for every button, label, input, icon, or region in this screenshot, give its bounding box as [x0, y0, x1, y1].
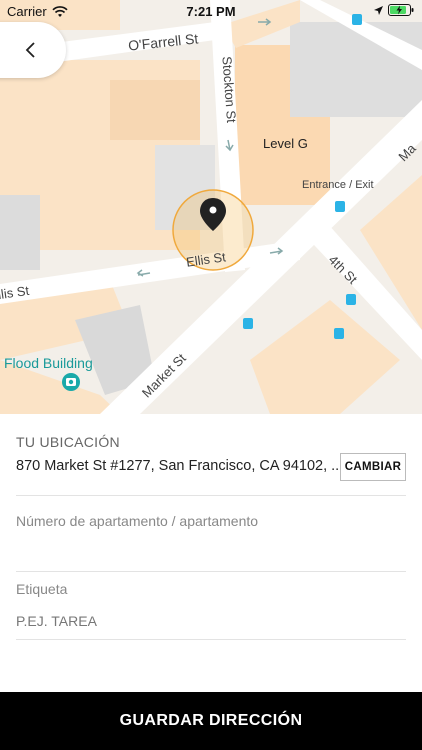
apartment-input[interactable]: [16, 540, 406, 566]
camera-icon: [62, 373, 80, 391]
divider: [16, 495, 406, 496]
place-label-level-g: Level G: [263, 136, 308, 151]
address-form: TU UBICACIÓN 870 Market St #1277, San Fr…: [0, 414, 422, 692]
place-label-entrance: Entrance / Exit: [302, 179, 374, 191]
place-label-flood-building: Flood Building: [4, 355, 93, 371]
building-block: [0, 195, 40, 270]
status-bar: Carrier 7:21 PM: [0, 0, 422, 22]
building-block: [290, 22, 422, 117]
status-time: 7:21 PM: [186, 4, 236, 19]
address-text: 870 Market St #1277, San Francisco, CA 9…: [16, 458, 342, 474]
divider: [16, 639, 406, 640]
add-address-screen: O'Farrell St Stockton St Ellis St llis S…: [0, 0, 422, 750]
building-block: [110, 80, 200, 140]
battery-charging-icon: [388, 4, 414, 16]
apartment-field-label: Número de apartamento / apartamento: [16, 513, 259, 529]
map-canvas: [0, 0, 422, 414]
tag-field-label: Etiqueta: [16, 581, 68, 597]
building-block: [250, 300, 400, 414]
divider: [16, 571, 406, 572]
map-view[interactable]: O'Farrell St Stockton St Ellis St llis S…: [0, 0, 422, 414]
tag-input[interactable]: P.EJ. TAREA: [16, 613, 406, 629]
chevron-left-icon: [25, 42, 35, 58]
location-section-title: TU UBICACIÓN: [16, 434, 120, 450]
location-arrow-icon: [374, 5, 383, 15]
save-address-button[interactable]: GUARDAR DIRECCIÓN: [0, 692, 422, 750]
change-address-button[interactable]: CAMBIAR: [340, 453, 406, 481]
back-button[interactable]: [0, 22, 66, 78]
status-right: [373, 4, 414, 16]
